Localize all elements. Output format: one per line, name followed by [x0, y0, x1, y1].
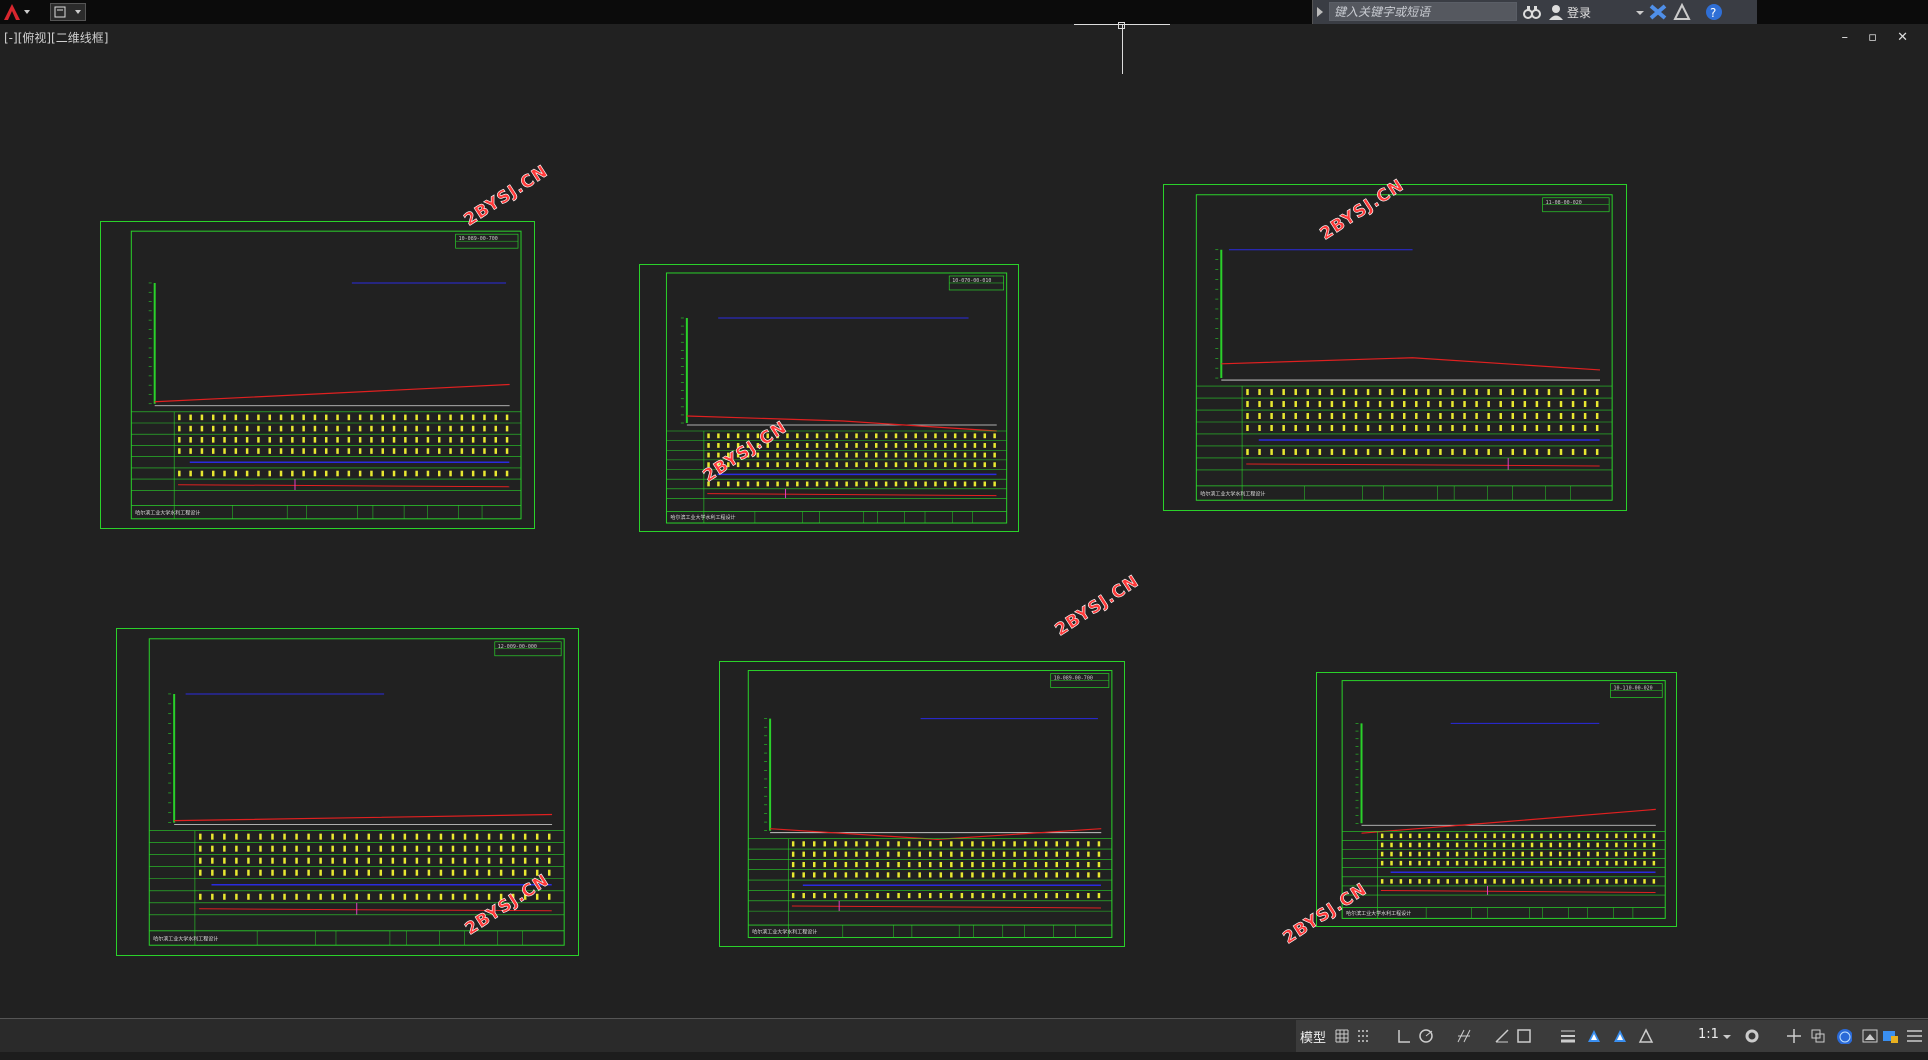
ortho-mode-icon[interactable]	[1396, 1028, 1412, 1044]
login-label[interactable]: 登录	[1567, 4, 1591, 21]
viewport-window-controls[interactable]: – ▫ ✕	[1842, 30, 1916, 45]
sheet-footer-text: 哈尔滨工业大学水利工程设计	[153, 935, 218, 942]
title-bar: 登录 ?	[0, 0, 1928, 24]
sheet-drawing: 10-110-00-020 哈尔滨工业大学水利工程设计	[1341, 680, 1666, 919]
exchange-apps-icon[interactable]	[1649, 3, 1667, 21]
sheet-footer-text: 哈尔滨工业大学水利工程设计	[135, 509, 200, 516]
sheet-footer-text: 哈尔滨工业大学水利工程设计	[752, 928, 817, 935]
snap-mode-icon[interactable]	[1356, 1028, 1372, 1044]
sheet-drawing: 10-070-00-010 哈尔滨工业大学水利工程设计	[665, 272, 1008, 524]
auto-scale-icon[interactable]	[1612, 1028, 1628, 1044]
drawing-sheet[interactable]: 10-089-00-700 哈尔滨工业大学水利工程设计	[100, 221, 535, 529]
svg-text:?: ?	[1710, 6, 1716, 20]
drawing-sheet[interactable]: 11-08-00-020 哈尔滨工业大学水利工程设计	[1163, 184, 1627, 511]
search-input[interactable]	[1329, 2, 1517, 21]
user-icon	[1549, 5, 1563, 20]
help-icon[interactable]: ?	[1705, 3, 1723, 21]
drawing-sheet[interactable]: 10-089-00-700 哈尔滨工业大学水利工程设计	[719, 661, 1125, 947]
sheet-title-code: 11-08-00-020	[1546, 200, 1582, 206]
isolate-objects-icon[interactable]	[1810, 1028, 1826, 1044]
binoculars-icon[interactable]	[1523, 3, 1541, 21]
object-snap-tracking-icon[interactable]	[1494, 1028, 1510, 1044]
model-space-button[interactable]: 模型	[1300, 1027, 1326, 1046]
clean-screen-icon[interactable]	[1862, 1028, 1878, 1044]
object-snap-icon[interactable]	[1516, 1028, 1532, 1044]
info-center: 登录 ?	[1312, 0, 1757, 24]
sheet-drawing: 11-08-00-020 哈尔滨工业大学水利工程设计	[1195, 194, 1613, 501]
bottom-edge	[0, 1052, 1928, 1060]
expand-arrow-icon[interactable]	[1315, 6, 1325, 18]
lineweight-icon[interactable]	[1560, 1028, 1576, 1044]
add-icon[interactable]	[1786, 1028, 1802, 1044]
sheet-drawing: 10-089-00-700 哈尔滨工业大学水利工程设计	[747, 670, 1113, 938]
cursor-pickbox	[1118, 22, 1125, 29]
annotation-visibility-icon[interactable]	[1586, 1028, 1602, 1044]
sheet-title-code: 10-089-00-700	[459, 236, 498, 242]
watermark: 2BYSJ.CN	[1051, 571, 1143, 641]
drawing-sheet[interactable]: 10-110-00-020 哈尔滨工业大学水利工程设计	[1316, 672, 1677, 927]
autocad-logo-icon[interactable]	[2, 2, 30, 22]
cursor-crosshair-vertical	[1122, 24, 1123, 74]
sheet-footer-text: 哈尔滨工业大学水利工程设计	[670, 514, 735, 521]
customization-icon[interactable]	[1882, 1028, 1898, 1044]
sheet-title-code: 10-089-00-700	[1054, 676, 1093, 682]
scale-dropdown-icon[interactable]	[1722, 1028, 1738, 1044]
polar-tracking-icon[interactable]	[1418, 1028, 1434, 1044]
annotation-scale-value[interactable]: 1:1	[1698, 1027, 1719, 1042]
status-bar: 模型 1:1	[0, 1018, 1928, 1053]
viewport-controls-label[interactable]: [-][俯视][二维线框]	[4, 29, 108, 46]
sheet-footer-text: 哈尔滨工业大学水利工程设计	[1200, 490, 1265, 497]
drawing-sheet[interactable]: 10-070-00-010 哈尔滨工业大学水利工程设计	[639, 264, 1019, 532]
sheet-footer-text: 哈尔滨工业大学水利工程设计	[1346, 910, 1411, 917]
sheet-title-code: 12-009-00-000	[498, 644, 537, 650]
sheet-title-code: 10-110-00-020	[1614, 686, 1653, 692]
isodraft-icon[interactable]	[1456, 1028, 1472, 1044]
workspace-gear-icon[interactable]	[1744, 1028, 1760, 1044]
autodesk-a360-icon[interactable]	[1673, 3, 1691, 21]
status-bar-tools: 模型 1:1	[1296, 1020, 1928, 1052]
quick-access-toolbar-button[interactable]	[50, 3, 86, 21]
menu-icon[interactable]	[1906, 1028, 1922, 1044]
sheet-drawing: 10-089-00-700 哈尔滨工业大学水利工程设计	[130, 230, 522, 520]
sheet-title-code: 10-070-00-010	[952, 278, 991, 284]
hardware-acceleration-icon[interactable]	[1836, 1028, 1852, 1044]
grid-icon[interactable]	[1334, 1028, 1350, 1044]
annotation-scale-icon[interactable]	[1638, 1028, 1654, 1044]
